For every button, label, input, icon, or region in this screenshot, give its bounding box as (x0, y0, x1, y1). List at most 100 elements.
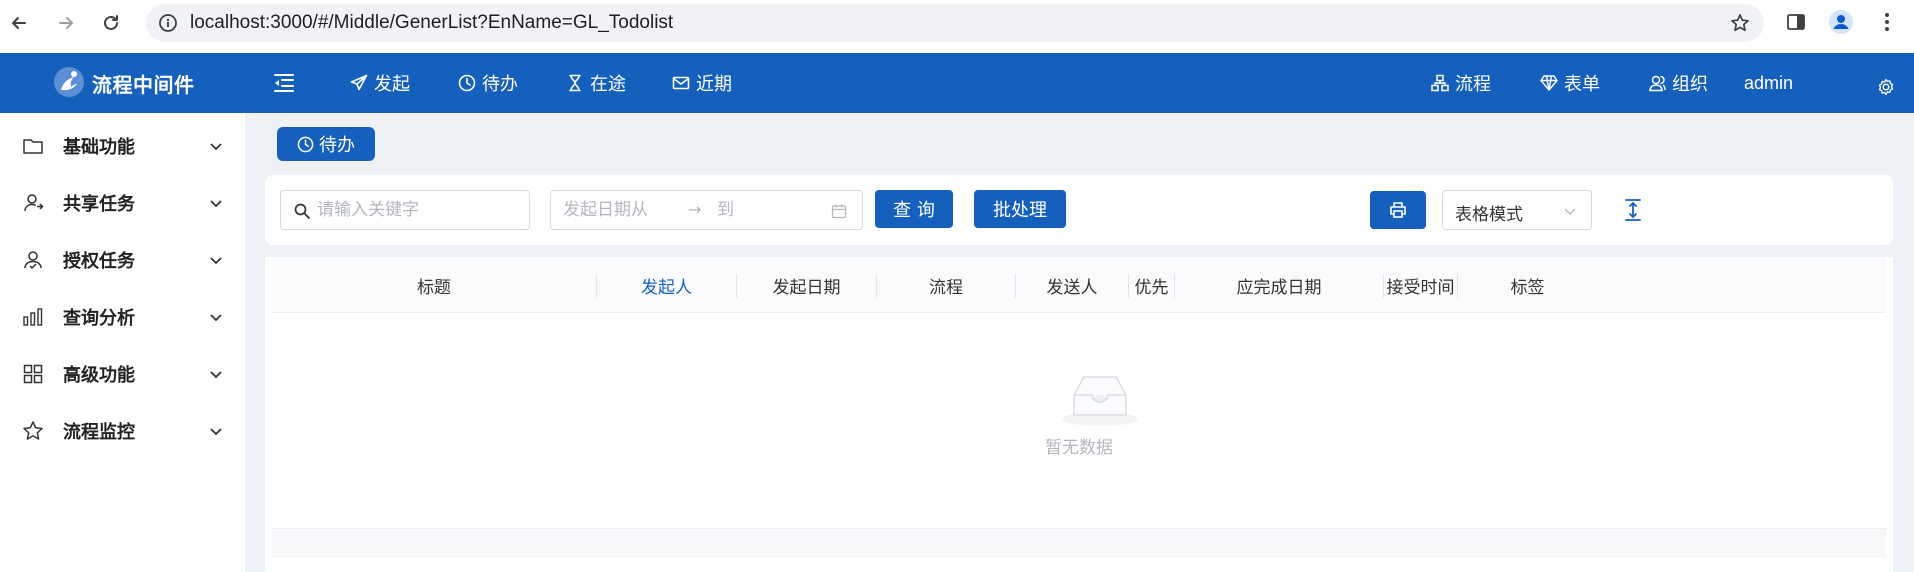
chevron-down-icon (210, 428, 222, 436)
chrome-menu-button[interactable] (1874, 9, 1900, 35)
username[interactable]: admin (1744, 73, 1793, 94)
sidebar-item-analysis[interactable]: 查询分析 (0, 297, 245, 337)
date-range-picker[interactable]: → (550, 190, 863, 230)
tab-todo[interactable]: 待办 (277, 127, 375, 161)
nav-start-label: 发起 (374, 74, 410, 95)
bookmark-star-icon[interactable] (1730, 13, 1750, 33)
diamond-icon (1540, 75, 1558, 91)
clock-icon (297, 136, 314, 152)
paper-plane-icon (350, 74, 368, 91)
range-arrow-icon: → (688, 200, 702, 219)
reload-button[interactable] (96, 8, 126, 38)
column-header-due-date[interactable]: 应完成日期 (1175, 257, 1383, 313)
nav-start[interactable]: 发起 (350, 70, 410, 96)
sidebar-item-label: 高级功能 (63, 365, 135, 386)
sidebar-item-monitor[interactable]: 流程监控 (0, 411, 245, 451)
print-button[interactable] (1370, 191, 1426, 229)
sidebar-item-shared[interactable]: 共享任务 (0, 183, 245, 223)
hourglass-icon (569, 74, 581, 92)
calendar-icon (831, 204, 847, 219)
sidebar-item-label: 查询分析 (63, 308, 135, 329)
chevron-down-icon (1564, 208, 1576, 215)
view-mode-select[interactable]: 表格模式 (1442, 190, 1592, 230)
date-to-input[interactable] (717, 198, 817, 222)
nav-flow[interactable]: 流程 (1431, 70, 1491, 96)
batch-button[interactable]: 批处理 (974, 190, 1066, 228)
search-box (280, 190, 530, 230)
grid-icon (23, 364, 43, 384)
arrow-right-icon (59, 17, 73, 29)
flow-icon (1431, 74, 1449, 92)
column-header-initiator[interactable]: 发起人 (597, 257, 736, 313)
empty-state-text: 暂无数据 (1045, 438, 1113, 458)
column-header-tag[interactable]: 标签 (1458, 257, 1597, 313)
search-icon (294, 203, 310, 219)
nav-todo[interactable]: 待办 (458, 70, 518, 96)
nav-form-label: 表单 (1564, 74, 1600, 95)
query-button[interactable]: 查 询 (875, 190, 953, 228)
column-header-priority[interactable]: 优先 (1129, 257, 1174, 313)
table-header: 标题 发起人 发起日期 流程 发送人 优先 应完成日期 接受时间 标签 (272, 257, 1886, 313)
sidebar-item-advanced[interactable]: 高级功能 (0, 354, 245, 394)
side-panel-button[interactable] (1783, 9, 1809, 35)
app-header: 流程中间件 发起 待办 在途 近期 流程 表单 组织 admin (0, 53, 1914, 113)
back-button[interactable] (4, 8, 34, 38)
sidebar-item-authorized[interactable]: 授权任务 (0, 240, 245, 280)
sidebar-item-basic[interactable]: 基础功能 (0, 126, 245, 166)
nav-org[interactable]: 组织 (1648, 70, 1708, 96)
nav-in-progress-label: 在途 (590, 74, 626, 95)
nav-in-progress[interactable]: 在途 (566, 70, 626, 96)
empty-box-icon (1062, 376, 1138, 426)
user-share-icon (24, 194, 44, 212)
clock-icon (458, 74, 476, 92)
nav-recent-label: 近期 (696, 74, 732, 95)
column-header-flow[interactable]: 流程 (877, 257, 1015, 313)
kebab-menu-icon (1885, 13, 1889, 31)
mail-icon (672, 76, 690, 90)
nav-todo-label: 待办 (482, 74, 518, 95)
site-info-icon[interactable] (158, 13, 178, 33)
nav-recent[interactable]: 近期 (672, 70, 732, 96)
column-header-receive-time[interactable]: 接受时间 (1384, 257, 1457, 313)
column-height-icon[interactable] (1622, 198, 1644, 222)
users-icon (1649, 75, 1666, 92)
nav-org-label: 组织 (1672, 74, 1708, 95)
chevron-down-icon (210, 200, 222, 208)
sidebar-item-label: 授权任务 (63, 251, 135, 272)
profile-avatar-icon (1829, 10, 1853, 34)
gear-icon[interactable] (1877, 78, 1895, 96)
column-header-title[interactable]: 标题 (272, 257, 596, 313)
arrow-left-icon (12, 17, 26, 29)
address-bar[interactable]: localhost:3000/#/Middle/GenerList?EnName… (146, 4, 1764, 42)
chevron-down-icon (210, 314, 222, 322)
data-table: 标题 发起人 发起日期 流程 发送人 优先 应完成日期 接受时间 标签 暂无数据 (265, 257, 1893, 572)
column-header-start-date[interactable]: 发起日期 (737, 257, 876, 313)
chevron-down-icon (210, 143, 222, 151)
sidebar-item-label: 共享任务 (63, 194, 135, 215)
bar-chart-icon (23, 308, 43, 326)
menu-fold-icon[interactable] (272, 72, 296, 94)
search-input[interactable] (317, 197, 522, 223)
url-text[interactable]: localhost:3000/#/Middle/GenerList?EnName… (190, 12, 673, 34)
nav-flow-label: 流程 (1455, 74, 1491, 95)
side-panel-icon (1787, 14, 1805, 30)
nav-form[interactable]: 表单 (1540, 70, 1600, 96)
reload-icon (104, 15, 118, 30)
tab-todo-label: 待办 (319, 135, 355, 156)
sidebar: 基础功能 共享任务 授权任务 查询分析 高级功能 流程监控 (0, 113, 245, 572)
browser-toolbar: localhost:3000/#/Middle/GenerList?EnName… (0, 0, 1914, 52)
view-mode-value: 表格模式 (1455, 205, 1523, 225)
logo-icon (54, 67, 84, 97)
profile-button[interactable] (1828, 9, 1854, 35)
star-icon (23, 421, 43, 440)
table-footer (272, 528, 1886, 558)
app-title: 流程中间件 (92, 73, 195, 97)
filter-toolbar: → 查 询 批处理 表格模式 (265, 175, 1893, 245)
sidebar-item-label: 基础功能 (63, 137, 135, 158)
forward-button[interactable] (51, 8, 81, 38)
chevron-down-icon (210, 371, 222, 379)
sidebar-item-label: 流程监控 (63, 422, 135, 443)
printer-icon (1390, 202, 1406, 218)
column-header-sender[interactable]: 发送人 (1016, 257, 1128, 313)
date-from-input[interactable] (563, 198, 681, 222)
